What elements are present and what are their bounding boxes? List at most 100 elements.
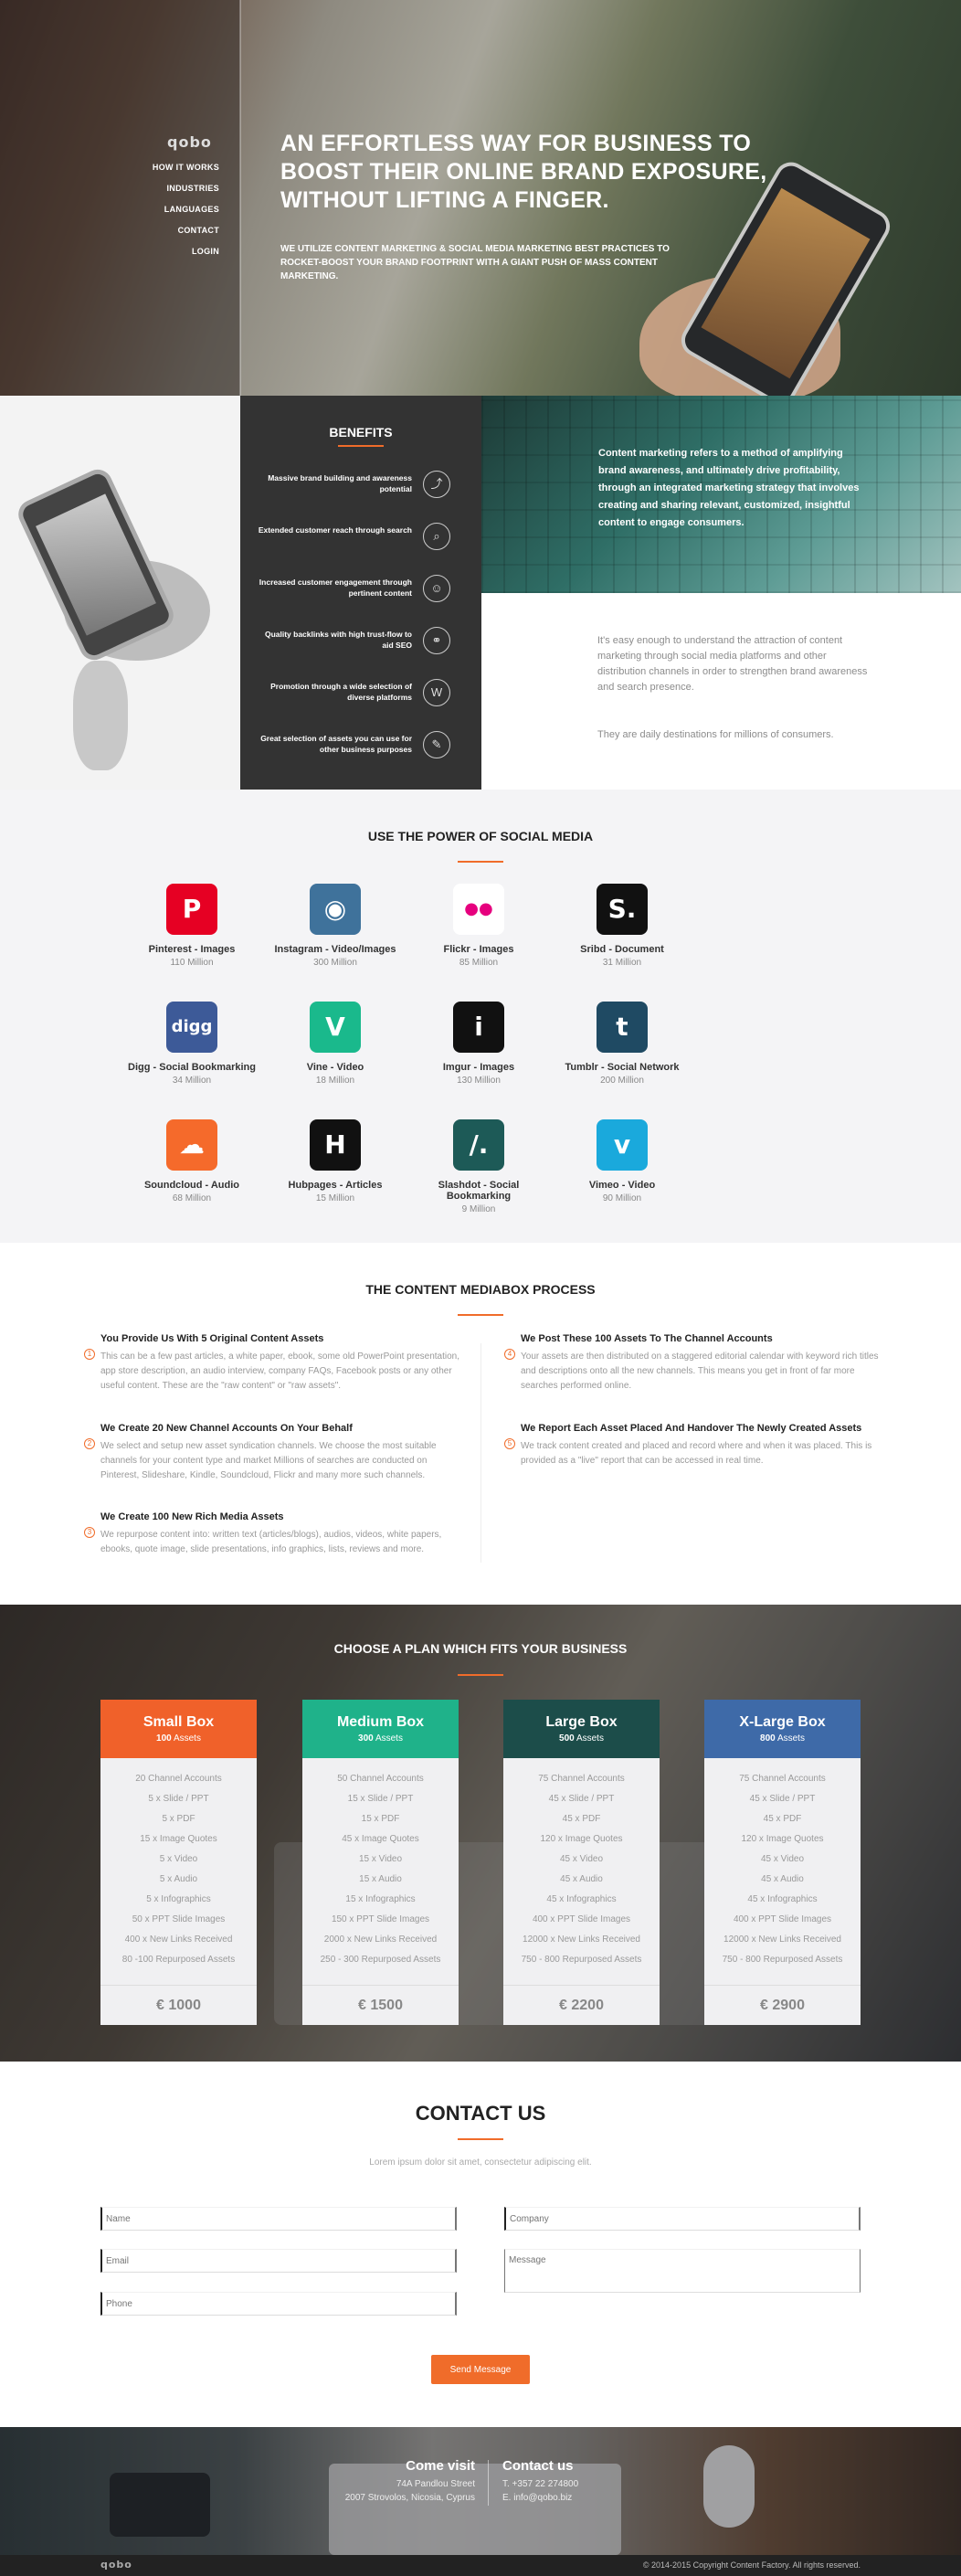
social-item[interactable]: v Vimeo - Video 90 Million [549, 1119, 695, 1203]
footer-logo[interactable]: qobo [100, 2559, 132, 2571]
digg-icon: digg [166, 1002, 217, 1053]
visit-title: Come visit [406, 2458, 475, 2474]
step-number: 2 [84, 1438, 95, 1449]
plan-assets-number: 100 [156, 1733, 172, 1744]
plan-feature: 5 x Slide / PPT [148, 1794, 209, 1804]
vine-icon: V [310, 1002, 361, 1053]
finger-shape [73, 661, 128, 770]
social-name: Flickr - Images [443, 944, 514, 955]
step-text: We select and setup new asset syndicatio… [100, 1441, 437, 1480]
header-logo[interactable]: qobo [167, 133, 212, 151]
company-field[interactable] [504, 2207, 861, 2231]
name-field[interactable] [100, 2207, 457, 2231]
social-title: USE THE POWER OF SOCIAL MEDIA [367, 829, 594, 843]
social-item[interactable]: H Hubpages - Articles 15 Million [262, 1119, 408, 1203]
plan-price: € 1000 [100, 1985, 257, 2025]
social-item[interactable]: ◉ Instagram - Video/Images 300 Million [262, 884, 408, 968]
phone-field[interactable] [100, 2292, 457, 2316]
step-number: 3 [84, 1527, 95, 1538]
social-count: 18 Million [315, 1076, 355, 1086]
plan-feature: 45 x Audio [560, 1874, 603, 1884]
social-item[interactable]: V Vine - Video 18 Million [262, 1002, 408, 1086]
benefits-title: BENEFITS [329, 425, 393, 440]
tumblr-icon: t [597, 1002, 648, 1053]
process-step: 5 We Report Each Asset Placed And Handove… [504, 1423, 886, 1468]
pricing-card[interactable]: Large Box 500 Assets 75 Channel Accounts 45… [503, 1700, 660, 2025]
step-number: 1 [84, 1349, 95, 1360]
plan-price: € 2200 [503, 1985, 660, 2025]
plan-assets: 800 Assets [704, 1733, 861, 1744]
plan-feature: 5 x Video [159, 1854, 198, 1864]
benefit-item: Increased customer engagement through pe… [259, 573, 459, 610]
plan-feature: 75 Channel Accounts [739, 1774, 826, 1784]
plan-name: Large Box [545, 1714, 618, 1730]
nav-how-it-works[interactable]: HOW IT WORKS [110, 163, 219, 172]
hero-title: AN EFFORTLESS WAY FOR BUSINESS TO BOOST … [280, 131, 767, 213]
message-field[interactable] [504, 2249, 861, 2293]
benefits-underline [338, 445, 384, 447]
plan-feature: 5 x PDF [162, 1814, 195, 1824]
social-item[interactable]: /. Slashdot - Social Bookmarking 9 Million [406, 1119, 552, 1214]
step-title: You Provide Us With 5 Original Content A… [100, 1333, 324, 1344]
imgur-icon: i [453, 1002, 504, 1053]
social-count: 9 Million [461, 1204, 496, 1214]
social-name: Vimeo - Video [588, 1180, 656, 1191]
benefit-text: Great selection of assets you can use fo… [260, 734, 412, 754]
benefits-panel: BENEFITS Massive brand building and awar… [240, 396, 481, 790]
pricing-card[interactable]: Medium Box 300 Assets 50 Channel Accounts 1… [302, 1700, 459, 2025]
plan-feature: 750 - 800 Repurposed Assets [722, 1955, 843, 1965]
plan-feature: 45 x Infographics [546, 1894, 617, 1904]
email-line[interactable]: E. info@qobo.biz [502, 2491, 639, 2505]
nav-industries[interactable]: INDUSTRIES [110, 184, 219, 193]
plan-feature: 2000 x New Links Received [323, 1935, 438, 1945]
pricing-card[interactable]: X-Large Box 800 Assets 75 Channel Accounts… [704, 1700, 861, 2025]
plan-feature: 5 x Infographics [146, 1894, 211, 1904]
plan-feature: 15 x Image Quotes [140, 1834, 217, 1844]
contact-underline [458, 2138, 503, 2140]
plan-name: Medium Box [336, 1714, 425, 1730]
social-item[interactable]: P Pinterest - Images 110 Million [119, 884, 265, 968]
edit-icon: ✎ [423, 731, 450, 758]
benefit-text: Increased customer engagement through pe… [259, 578, 412, 598]
nav-contact[interactable]: CONTACT [110, 226, 219, 235]
social-underline [458, 861, 503, 863]
plan-assets-number: 800 [760, 1733, 776, 1744]
plan-feature: 5 x Audio [159, 1874, 198, 1884]
social-item[interactable]: i Imgur - Images 130 Million [406, 1002, 552, 1086]
nav-languages[interactable]: LANGUAGES [110, 205, 219, 214]
plan-feature: 400 x PPT Slide Images [532, 1914, 631, 1924]
contact-title: CONTACT US [415, 2102, 546, 2125]
benefit-item: Quality backlinks with high trust-flow t… [259, 625, 459, 662]
send-message-button[interactable]: Send Message [431, 2355, 530, 2384]
contact-block: Contact us T. +357 22 274800 E. info@qob… [502, 2458, 639, 2505]
benefit-text: Massive brand building and awareness pot… [268, 473, 412, 493]
plan-assets-label: Assets [776, 1733, 805, 1744]
hubpages-icon: H [310, 1119, 361, 1171]
benefit-text: Quality backlinks with high trust-flow t… [264, 630, 412, 650]
plan-feature: 12000 x New Links Received [523, 1935, 640, 1945]
process-step: 1 You Provide Us With 5 Original Content … [84, 1333, 466, 1394]
social-name: Instagram - Video/Images [274, 944, 396, 955]
plan-feature: 750 - 800 Repurposed Assets [521, 1955, 642, 1965]
process-divider [480, 1343, 481, 1563]
social-count: 200 Million [600, 1076, 644, 1086]
email-field[interactable] [100, 2249, 457, 2273]
pricing-card[interactable]: Small Box 100 Assets 20 Channel Accounts 5 … [100, 1700, 257, 2025]
social-item[interactable]: ●● Flickr - Images 85 Million [406, 884, 552, 968]
contact-us-title: Contact us [502, 2458, 574, 2474]
nav-login[interactable]: LOGIN [110, 247, 219, 256]
social-item[interactable]: digg Digg - Social Bookmarking 34 Million [119, 1002, 265, 1086]
plan-feature: 15 x Audio [359, 1874, 402, 1884]
soundcloud-icon: ☁ [166, 1119, 217, 1171]
plan-feature: 45 x PDF [562, 1814, 601, 1824]
social-item[interactable]: t Tumblr - Social Network 200 Million [549, 1002, 695, 1086]
social-item[interactable]: S. Sribd - Document 31 Million [549, 884, 695, 968]
step-title: We Create 100 New Rich Media Assets [100, 1511, 284, 1522]
scribd-icon: S. [597, 884, 648, 935]
social-item[interactable]: ☁ Soundcloud - Audio 68 Million [119, 1119, 265, 1203]
contact-subtitle: Lorem ipsum dolor sit amet, consectetur … [369, 2157, 592, 2168]
plan-assets-number: 300 [358, 1733, 374, 1744]
benefits-phone-image [0, 396, 240, 790]
w-icon: W [423, 679, 450, 706]
plan-feature: 45 x Slide / PPT [548, 1794, 615, 1804]
